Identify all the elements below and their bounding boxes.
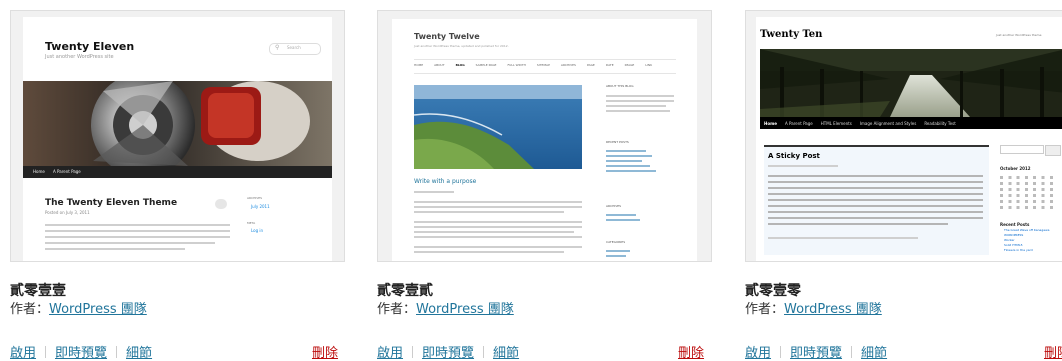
- search-button: [1045, 145, 1061, 156]
- calendar-grid: [1000, 175, 1058, 209]
- nav-item-image-alignment: Image Alignment and Styles: [859, 121, 917, 126]
- sidebar-link-login: Log in: [251, 228, 264, 233]
- details-link[interactable]: 細節: [861, 346, 887, 361]
- author-prefix: 作者：: [745, 302, 785, 317]
- activate-link[interactable]: 啟用: [745, 346, 771, 361]
- screenshot-page: Twenty Ten Just another WordPress theme: [756, 17, 1062, 261]
- sidebar-link-4: Solid HTML5: [1004, 243, 1023, 247]
- nav-item-image: IMAGE: [624, 63, 635, 67]
- nav-item-about: ABOUT: [434, 63, 445, 67]
- nav-item-full-width: FULL WIDTH: [507, 63, 526, 67]
- details-link[interactable]: 細節: [493, 346, 519, 361]
- sidebar-link-1: The Great Wave off Kanagawa: [1004, 228, 1050, 232]
- author-link[interactable]: WordPress 團隊: [784, 302, 882, 317]
- nav-item-archives: ARCHIVES: [560, 63, 576, 67]
- theme-card-twenty-twelve: Twenty Twelve Just another WordPress the…: [377, 10, 712, 361]
- theme-name: 貳零壹零: [745, 283, 801, 299]
- nav-item-link: LINK: [645, 63, 653, 67]
- site-tagline: Just another WordPress site: [45, 54, 114, 60]
- search-icon: ⚲: [275, 44, 280, 51]
- search-box: [1000, 145, 1044, 154]
- live-preview-link[interactable]: 即時預覽: [55, 346, 107, 361]
- nav-item-sample-page: SAMPLE PAGE: [475, 63, 497, 67]
- nav-item-date: DATE: [605, 63, 614, 67]
- live-preview-link[interactable]: 即時預覽: [790, 346, 842, 361]
- search-placeholder: Search: [287, 45, 301, 50]
- sidebar-heading-recent-posts: RECENT POSTS: [606, 140, 629, 144]
- theme-actions: 啟用 即時預覽 細節: [745, 342, 887, 361]
- separator: [851, 346, 853, 358]
- separator: [412, 346, 414, 358]
- post-title: The Twenty Eleven Theme: [45, 198, 178, 208]
- theme-actions: 啟用 即時預覽 細節: [377, 342, 519, 361]
- delete-link[interactable]: 刪除: [678, 342, 704, 361]
- separator: [780, 346, 782, 358]
- nav-item-parent-page: A Parent Page: [784, 121, 813, 126]
- nav-item-sitemap: SITEMAP: [536, 63, 550, 67]
- sidebar-link-3: Worker: [1004, 238, 1015, 242]
- header-image: [760, 49, 1062, 117]
- sidebar-heading-archives: ARCHIVES: [606, 204, 622, 208]
- theme-screenshot[interactable]: Twenty Ten Just another WordPress theme: [745, 10, 1062, 262]
- activate-link[interactable]: 啟用: [377, 346, 403, 361]
- post-featured-image: [414, 85, 582, 169]
- post-meta: Posted on July 3, 2011: [45, 210, 90, 215]
- delete-link[interactable]: 刪除: [1044, 342, 1062, 361]
- sidebar-link-5: Flowers in the yard: [1004, 248, 1033, 252]
- comment-bubble: [215, 199, 227, 209]
- details-link[interactable]: 細節: [126, 346, 152, 361]
- author-prefix: 作者：: [377, 302, 417, 317]
- nav-item-readability: Readability Test: [924, 121, 956, 126]
- theme-name: 貳零壹貳: [377, 283, 433, 299]
- author-link[interactable]: WordPress 團隊: [49, 302, 147, 317]
- nav-item-home: HOME: [414, 63, 424, 67]
- separator: [116, 346, 118, 358]
- separator: [483, 346, 485, 358]
- site-tagline: Just another WordPress theme, updated an…: [414, 44, 509, 48]
- nav-item-home: Home: [33, 169, 45, 174]
- sidebar-heading-meta: META: [247, 221, 256, 225]
- sidebar-heading-categories: CATEGORIES: [606, 240, 626, 244]
- calendar-title: October 2012: [1000, 166, 1031, 171]
- theme-author: 作者：WordPress 團隊: [10, 298, 147, 317]
- theme-name: 貳零壹壹: [10, 283, 66, 299]
- header-image: [23, 81, 332, 166]
- theme-author: 作者：WordPress 團隊: [377, 298, 514, 317]
- screenshot-page: Twenty Eleven Just another WordPress sit…: [23, 17, 332, 261]
- sidebar-link-archive: July 2011: [251, 204, 270, 209]
- nav-item-page: PAGE: [586, 63, 595, 67]
- nav-item-home: Home: [764, 121, 777, 126]
- activate-link[interactable]: 啟用: [10, 346, 36, 361]
- screenshot-page: Twenty Twelve Just another WordPress the…: [392, 19, 697, 261]
- site-tagline: Just another WordPress theme: [996, 33, 1042, 37]
- sidebar-heading-archives: ARCHIVES: [247, 196, 263, 200]
- nav-item-parent-page: A Parent Page: [53, 169, 81, 174]
- theme-screenshot[interactable]: Twenty Eleven Just another WordPress sit…: [10, 10, 345, 262]
- nav-menu: Home A Parent Page HTML Elements Image A…: [764, 121, 956, 126]
- author-prefix: 作者：: [10, 302, 50, 317]
- nav-menu: HOME ABOUT BLOG SAMPLE PAGE FULL WIDTH S…: [414, 63, 676, 69]
- separator: [45, 346, 47, 358]
- theme-author: 作者：WordPress 團隊: [745, 298, 882, 317]
- live-preview-link[interactable]: 即時預覽: [422, 346, 474, 361]
- theme-screenshot[interactable]: Twenty Twelve Just another WordPress the…: [377, 10, 712, 262]
- sidebar-link-2: WORDPRESS: [1004, 233, 1024, 237]
- post-title: Write with a purpose: [414, 178, 477, 185]
- theme-card-twenty-eleven: Twenty Eleven Just another WordPress sit…: [10, 10, 345, 361]
- theme-actions: 啟用 即時預覽 細節: [10, 342, 152, 361]
- sidebar-heading-recent-posts: Recent Posts: [1000, 222, 1030, 227]
- sidebar-heading-about: ABOUT THIS BLOG: [606, 84, 634, 88]
- post-title: A Sticky Post: [768, 152, 820, 160]
- site-title: Twenty Twelve: [414, 32, 480, 41]
- author-link[interactable]: WordPress 團隊: [416, 302, 514, 317]
- site-title: Twenty Eleven: [45, 40, 135, 53]
- nav-item-blog: BLOG: [455, 63, 465, 67]
- nav-item-html-elements: HTML Elements: [820, 121, 852, 126]
- site-title: Twenty Ten: [760, 29, 823, 40]
- theme-card-twenty-ten: Twenty Ten Just another WordPress theme: [745, 10, 1062, 361]
- delete-link[interactable]: 刪除: [312, 342, 338, 361]
